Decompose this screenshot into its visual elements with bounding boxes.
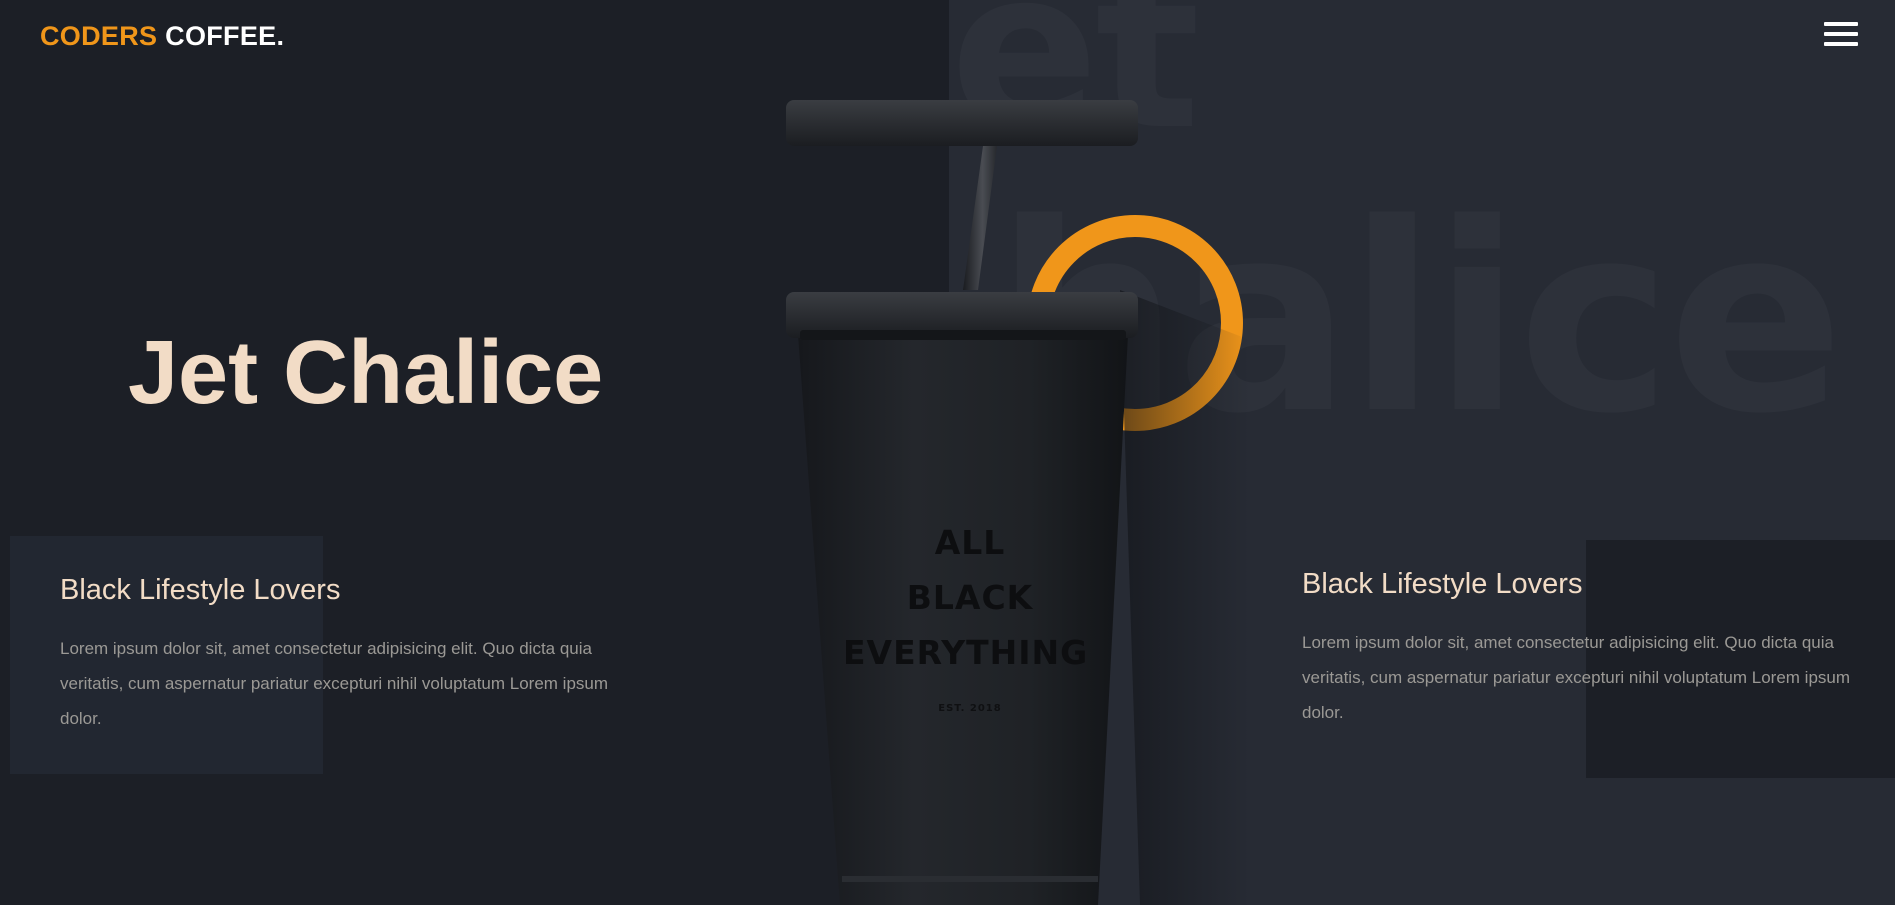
cup-line-1: ALL [934, 523, 1006, 562]
menu-bar-bottom [1824, 42, 1858, 46]
tumbler-cup-image [786, 100, 1250, 905]
cup-line-3: EVERYTHING [843, 633, 1089, 672]
feature-title: Black Lifestyle Lovers [60, 574, 341, 606]
feature-left: Black Lifestyle Lovers Lorem ipsum dolor… [60, 574, 640, 736]
hamburger-menu-icon[interactable] [1824, 22, 1858, 48]
cup-est-label: EST. 2018 [938, 703, 1002, 714]
brand-logo-name: COFFEE. [165, 21, 285, 51]
feature-right: Black Lifestyle Lovers Lorem ipsum dolor… [1302, 568, 1882, 730]
hero-title: Jet Chalice [128, 323, 604, 423]
menu-bar-middle [1824, 32, 1858, 36]
cup-print-text: ALL BLACK EVERYTHING EST. 2018 [843, 515, 1087, 716]
feature-description: Lorem ipsum dolor sit, amet consectetur … [60, 639, 609, 728]
menu-bar-top [1824, 22, 1858, 26]
cup-line-2: BLACK [906, 578, 1034, 617]
brand-logo[interactable]: CODERS COFFEE. [40, 21, 284, 52]
feature-title: Black Lifestyle Lovers [1302, 568, 1583, 600]
hero-page: et halice ALL BLACK EVERYTHING EST. 2018… [0, 0, 1895, 905]
feature-description: Lorem ipsum dolor sit, amet consectetur … [1302, 633, 1851, 722]
brand-logo-accent: CODERS [40, 21, 158, 51]
